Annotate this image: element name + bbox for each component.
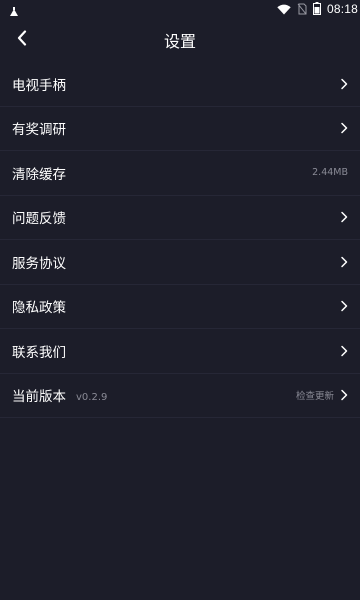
settings-item-clear-cache[interactable]: 清除缓存 2.44MB (0, 151, 360, 196)
wifi-icon (277, 0, 291, 19)
settings-item-contact-us[interactable]: 联系我们 (0, 329, 360, 374)
status-icons: 08:18 (277, 0, 358, 18)
chevron-right-icon (341, 345, 348, 356)
settings-item-current-version[interactable]: 当前版本 v0.2.9 检查更新 (0, 374, 360, 418)
status-bar: 08:18 (0, 0, 360, 18)
settings-item-service-agreement[interactable]: 服务协议 (0, 240, 360, 285)
settings-item-label: 电视手柄 (12, 77, 66, 94)
no-sim-icon (297, 0, 307, 19)
settings-item-survey[interactable]: 有奖调研 (0, 107, 360, 151)
chevron-right-icon (341, 212, 348, 223)
cache-size-value: 2.44MB (312, 167, 348, 179)
settings-item-label: 服务协议 (12, 255, 66, 272)
settings-item-label: 清除缓存 (12, 166, 66, 183)
header: 设置 (0, 18, 360, 62)
battery-icon (312, 0, 321, 19)
version-number: v0.2.9 (76, 392, 108, 404)
settings-item-tv-controller[interactable]: 电视手柄 (0, 62, 360, 107)
status-time: 08:18 (326, 2, 358, 16)
settings-item-label: 当前版本 v0.2.9 (12, 385, 107, 405)
chevron-right-icon (341, 256, 348, 267)
settings-item-label: 有奖调研 (12, 122, 66, 139)
settings-item-label: 问题反馈 (12, 211, 66, 228)
chevron-right-icon (341, 123, 348, 134)
settings-item-privacy-policy[interactable]: 隐私政策 (0, 285, 360, 329)
settings-item-feedback[interactable]: 问题反馈 (0, 196, 360, 240)
page-title: 设置 (163, 32, 196, 51)
settings-item-label: 联系我们 (12, 344, 66, 361)
settings-list: 电视手柄 有奖调研 清除缓存 2.44MB 问题反馈 服务协议 隐私政策 联系我… (0, 62, 360, 418)
check-update-link[interactable]: 检查更新 (296, 388, 334, 402)
current-version-label: 当前版本 (12, 389, 66, 406)
chevron-right-icon (341, 78, 348, 89)
settings-item-label: 隐私政策 (12, 300, 66, 317)
chevron-right-icon (341, 390, 348, 401)
chevron-right-icon (341, 301, 348, 312)
